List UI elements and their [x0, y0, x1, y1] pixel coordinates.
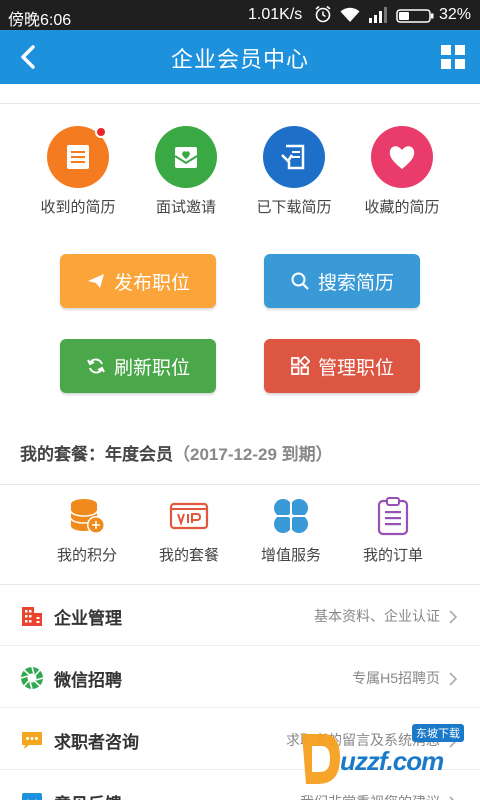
row-subtitle: 基本资料、企业认证	[314, 608, 440, 624]
service-label: 我的积分	[56, 547, 117, 564]
my-package-item[interactable]: 我的套餐	[139, 496, 239, 565]
services-row: 我的积分 我的套餐 增值服务 我的订单	[0, 496, 480, 576]
invitation-envelope-icon	[174, 147, 198, 168]
feedback-icon	[22, 793, 42, 800]
interview-invitations-circle	[155, 126, 217, 188]
row-title: 微信招聘	[54, 671, 122, 690]
interview-invitations-item[interactable]: 面试邀请	[131, 126, 241, 217]
search-icon	[291, 272, 309, 290]
service-label: 我的套餐	[158, 547, 219, 564]
alarm-icon	[315, 5, 331, 23]
network-speed: 1.01K/s	[248, 6, 303, 23]
notification-badge	[95, 126, 107, 138]
chevron-right-icon	[449, 610, 458, 624]
row-title: 求职者咨询	[54, 733, 139, 752]
button-label: 搜索简历	[317, 272, 394, 294]
watermark-tag: 东坡下载	[412, 724, 464, 742]
service-label: 我的订单	[362, 547, 423, 564]
button-label: 发布职位	[113, 272, 190, 294]
downloaded-resumes-circle	[263, 126, 325, 188]
vip-card-icon	[169, 502, 209, 530]
quick-action-label: 已下载简历	[256, 199, 332, 216]
my-points-item[interactable]: 我的积分	[37, 496, 137, 565]
site-watermark: 东坡下载 uzzf.com	[296, 722, 476, 794]
list-row-wechat[interactable]: 微信招聘 专属H5招聘页	[0, 646, 480, 708]
heart-icon	[389, 146, 415, 169]
watermark-site: uzzf.com	[340, 746, 444, 776]
received-resumes-item[interactable]: 收到的简历	[23, 126, 133, 217]
wechat-shutter-icon	[20, 666, 44, 690]
page-title: 企业会员中心	[170, 47, 309, 72]
saved-resumes-circle	[371, 126, 433, 188]
chat-bubble-icon	[22, 732, 42, 749]
row-title: 意见反馈	[54, 790, 122, 800]
button-label: 管理职位	[317, 357, 394, 379]
list-row-enterprise[interactable]: 企业管理 基本资料、企业认证	[0, 584, 480, 646]
resume-icon	[67, 145, 89, 169]
download-resume-icon	[281, 144, 305, 170]
quick-actions: 收到的简历 面试邀请 已下载简历 收藏的简历	[0, 126, 480, 226]
quick-action-label: 面试邀请	[155, 199, 216, 216]
battery-percent: 32%	[439, 6, 472, 23]
building-icon	[22, 607, 42, 626]
clipboard-icon	[377, 497, 409, 536]
row-subtitle: 专属H5招聘页	[352, 670, 440, 686]
plan-label: 我的套餐：年度会员	[20, 445, 173, 464]
chevron-right-icon	[449, 672, 458, 686]
app-header: 企业会员中心	[0, 30, 480, 84]
signal-icon	[369, 7, 387, 23]
grid-menu-icon[interactable]	[440, 44, 466, 70]
service-label: 增值服务	[260, 547, 321, 564]
watermark-logo-icon	[302, 734, 340, 784]
manage-grid-icon	[291, 356, 310, 375]
publish-job-button[interactable]: 发布职位	[60, 254, 216, 308]
wifi-icon	[340, 7, 360, 22]
status-bar: 傍晚6:06 1.01K/s 32%	[0, 0, 480, 30]
row-title: 企业管理	[54, 609, 122, 628]
clover-icon	[274, 499, 308, 533]
status-time: 傍晚6:06	[8, 12, 72, 29]
downloaded-resumes-item[interactable]: 已下载简历	[239, 126, 349, 217]
section-divider	[0, 484, 480, 485]
quick-action-label: 收到的简历	[40, 199, 116, 216]
search-resume-button[interactable]: 搜索简历	[264, 254, 420, 308]
plan-info: 我的套餐：年度会员（2017-12-29 到期）	[20, 440, 333, 465]
chevron-right-icon	[449, 796, 455, 800]
saved-resumes-item[interactable]: 收藏的简历	[347, 126, 457, 217]
plan-expiry: （2017-12-29 到期）	[173, 445, 333, 464]
battery-icon	[396, 9, 434, 23]
value-added-services-item[interactable]: 增值服务	[241, 496, 341, 565]
paper-plane-icon	[87, 274, 104, 288]
manage-job-button[interactable]: 管理职位	[264, 339, 420, 393]
refresh-job-button[interactable]: 刷新职位	[60, 339, 216, 393]
refresh-icon	[87, 358, 105, 374]
quick-action-label: 收藏的简历	[364, 199, 440, 216]
received-resumes-circle	[47, 126, 109, 188]
my-orders-item[interactable]: 我的订单	[343, 496, 443, 565]
coins-icon	[70, 499, 105, 534]
button-label: 刷新职位	[113, 357, 190, 379]
header-spacer	[0, 84, 480, 104]
